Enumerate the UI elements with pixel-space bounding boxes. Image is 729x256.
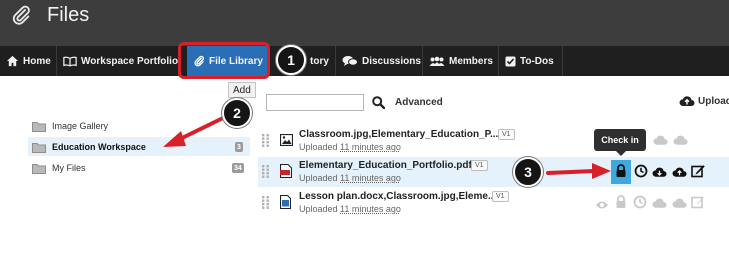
callout-arrows — [163, 116, 611, 179]
step-callout-2: 2 — [222, 98, 252, 128]
callout-arrow-3 — [546, 163, 611, 179]
callout-arrow-2 — [163, 116, 225, 147]
step-callout-3: 3 — [513, 157, 543, 187]
step-callout-1: 1 — [276, 45, 306, 75]
